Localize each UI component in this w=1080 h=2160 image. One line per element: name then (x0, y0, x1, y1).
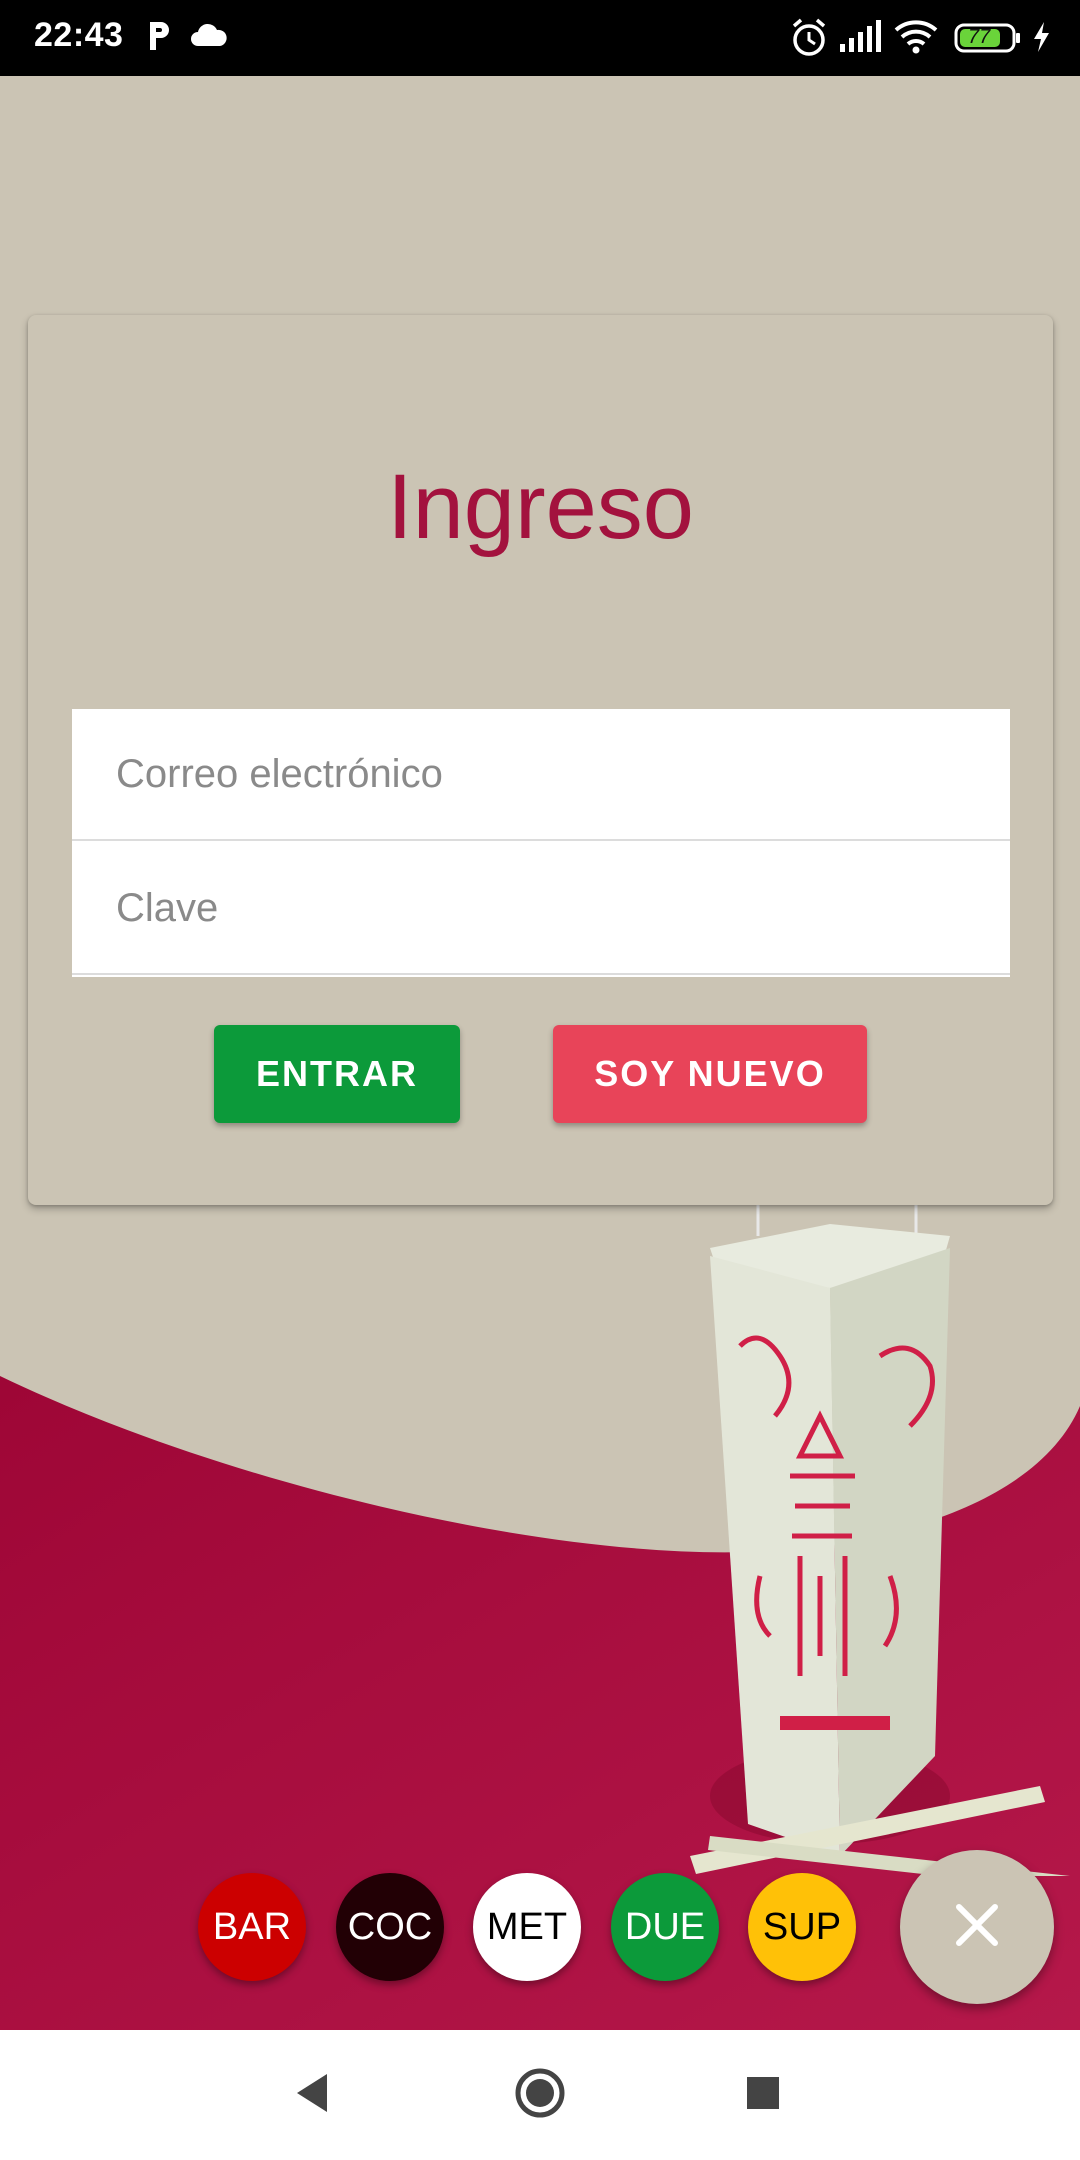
status-time: 22:43 (34, 16, 124, 54)
new-user-button[interactable]: SOY NUEVO (553, 1025, 867, 1123)
nav-recents-button[interactable] (703, 2030, 823, 2160)
role-button-bar[interactable]: BAR (198, 1873, 306, 1981)
back-icon (293, 2072, 333, 2119)
parking-icon (146, 18, 172, 59)
email-field[interactable] (72, 709, 1010, 841)
recents-icon (745, 2075, 781, 2116)
password-field[interactable] (72, 843, 1010, 975)
alarm-icon (790, 18, 828, 63)
wifi-icon (894, 20, 938, 59)
login-card: Ingreso ENTRAR SOY NUEVO (28, 315, 1053, 1205)
enter-button[interactable]: ENTRAR (214, 1025, 460, 1123)
role-button-due[interactable]: DUE (611, 1873, 719, 1981)
role-label: SUP (762, 1905, 842, 1948)
cloud-icon (190, 22, 228, 53)
close-icon (955, 1903, 999, 1952)
battery-icon: 77 (954, 22, 1022, 59)
role-label: DUE (624, 1905, 706, 1948)
nav-back-button[interactable] (253, 2030, 373, 2160)
role-label: MET (486, 1905, 568, 1948)
home-icon (514, 2067, 566, 2124)
charging-icon (1030, 20, 1052, 59)
role-button-coc[interactable]: COC (336, 1873, 444, 1981)
close-fab-button[interactable] (900, 1850, 1054, 2004)
battery-level: 77 (968, 26, 991, 48)
login-inputs (72, 709, 1010, 977)
status-bar: 22:43 77 (0, 0, 1080, 76)
role-button-met[interactable]: MET (473, 1873, 581, 1981)
role-label: BAR (212, 1905, 292, 1948)
system-nav-bar (0, 2030, 1080, 2160)
role-button-sup[interactable]: SUP (748, 1873, 856, 1981)
nav-home-button[interactable] (480, 2030, 600, 2160)
role-label: COC (347, 1905, 433, 1948)
page-title: Ingreso (387, 456, 694, 558)
signal-icon (838, 20, 882, 59)
